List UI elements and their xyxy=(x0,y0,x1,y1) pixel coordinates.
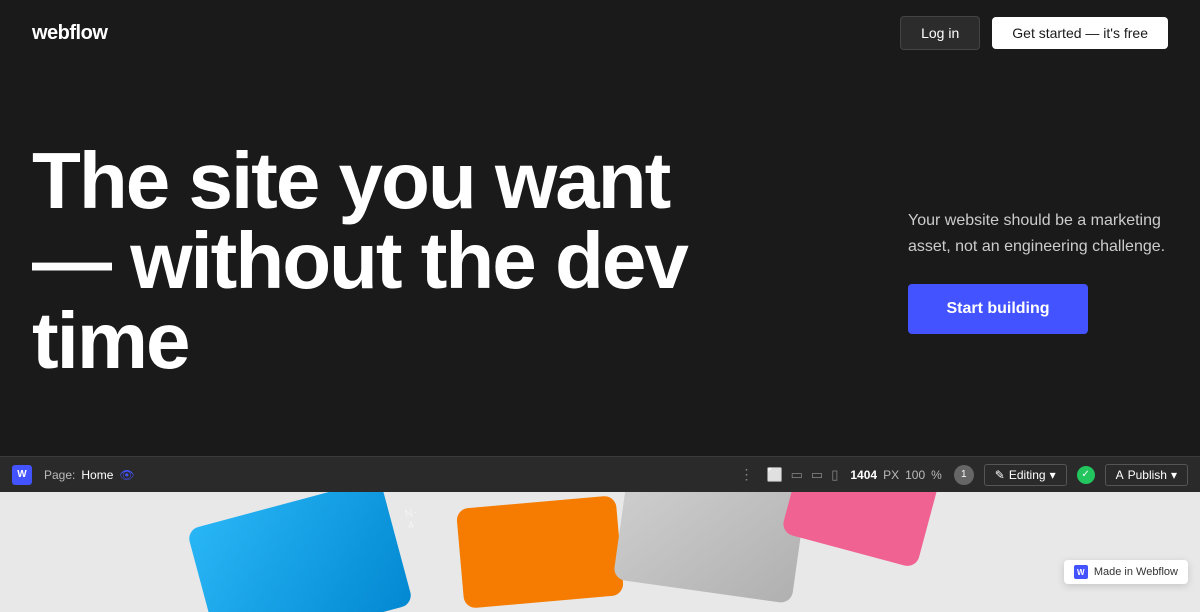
editor-right-controls: 1 ✎ Editing ▾ ✓ A Publish ▾ xyxy=(954,464,1188,486)
card-gray xyxy=(613,492,807,604)
zoom-value: 100 xyxy=(905,468,925,482)
card-blue: N-4 tCa xyxy=(187,492,414,612)
page-label: Page: Home 👁 xyxy=(44,468,135,482)
check-icon: ✓ xyxy=(1077,466,1095,484)
webflow-logo: webflow xyxy=(32,22,107,45)
get-started-button[interactable]: Get started — it's free xyxy=(992,17,1168,49)
page-prefix: Page: xyxy=(44,468,75,482)
publish-chevron-icon: ▾ xyxy=(1171,468,1177,482)
start-building-button[interactable]: Start building xyxy=(908,284,1088,334)
header-nav: Log in Get started — it's free xyxy=(900,16,1168,50)
publish-button[interactable]: A Publish ▾ xyxy=(1105,464,1188,486)
card-pink xyxy=(781,492,940,569)
desktop-viewport-icon[interactable]: ⬜ xyxy=(766,467,782,483)
laptop-viewport-icon[interactable]: ▭ xyxy=(811,467,823,483)
hero-right: Your website should be a marketing asset… xyxy=(908,188,1168,333)
hero-subtitle: Your website should be a marketing asset… xyxy=(908,208,1168,259)
chevron-down-icon: ▾ xyxy=(1050,468,1056,482)
designer-preview: N-4 tCa xyxy=(0,492,1200,612)
bottom-section: W Page: Home 👁 ⋮ ⬜ ▭ ▭ ▯ 1404 PX 100 % 1… xyxy=(0,456,1200,612)
edit-icon: ✎ xyxy=(995,468,1005,482)
viewport-controls: ⬜ ▭ ▭ ▯ xyxy=(766,467,838,483)
more-options-icon[interactable]: ⋮ xyxy=(739,466,754,483)
editing-label: Editing xyxy=(1009,468,1046,482)
tablet-viewport-icon[interactable]: ▭ xyxy=(791,467,803,483)
card-label: N-4 xyxy=(404,506,423,533)
eye-icon[interactable]: 👁 xyxy=(119,468,134,482)
editor-toolbar: W Page: Home 👁 ⋮ ⬜ ▭ ▭ ▯ 1404 PX 100 % 1… xyxy=(0,456,1200,492)
publish-label: Publish xyxy=(1128,468,1167,482)
made-in-webflow-badge: W Made in Webflow xyxy=(1064,560,1188,584)
webflow-editor-logo: W xyxy=(12,465,32,485)
hero-left: The site you want — without the dev time xyxy=(32,141,908,381)
page-name: Home xyxy=(81,468,113,482)
webflow-badge-logo: W xyxy=(1074,565,1088,579)
publish-icon-letter: A xyxy=(1116,468,1124,482)
made-in-webflow-label: Made in Webflow xyxy=(1094,566,1178,578)
editing-button[interactable]: ✎ Editing ▾ xyxy=(984,464,1067,486)
header: webflow Log in Get started — it's free xyxy=(0,0,1200,66)
px-value: 1404 xyxy=(850,468,877,482)
zoom-unit: % xyxy=(931,468,942,482)
px-display: 1404 PX 100 % xyxy=(850,468,941,482)
cards-container: N-4 tCa xyxy=(0,492,1200,612)
card-orange xyxy=(456,495,624,609)
login-button[interactable]: Log in xyxy=(900,16,980,50)
hero-section: The site you want — without the dev time… xyxy=(0,66,1200,456)
px-unit: PX xyxy=(883,468,899,482)
avatar: 1 xyxy=(954,465,974,485)
mobile-viewport-icon[interactable]: ▯ xyxy=(831,467,838,483)
preview-canvas: N-4 tCa xyxy=(0,492,1200,612)
hero-headline: The site you want — without the dev time xyxy=(32,141,732,381)
